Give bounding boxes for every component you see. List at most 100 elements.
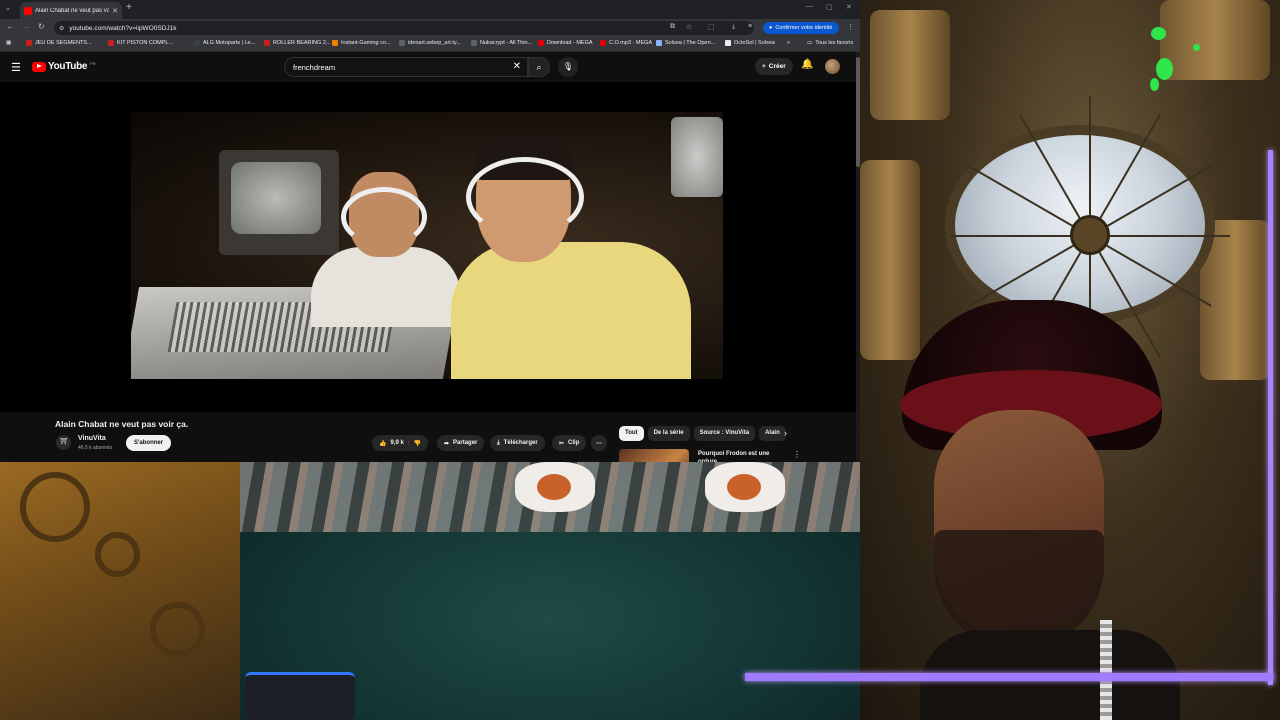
- download-icon[interactable]: ⤓: [732, 23, 735, 31]
- bookmark-item[interactable]: ROLLER BEARING 2...: [264, 40, 330, 46]
- all-bookmarks-folder[interactable]: ▭ Tous les favoris: [807, 40, 853, 46]
- clip-button[interactable]: ✂ Clip: [552, 435, 587, 451]
- more-bookmarks-icon[interactable]: »: [787, 40, 790, 46]
- bookmark-item[interactable]: ALG Motoparts | Le...: [194, 40, 255, 46]
- chip-all[interactable]: Tout: [619, 426, 644, 441]
- streamer-webcam: [900, 300, 1260, 720]
- folder-icon: ▭: [807, 40, 813, 46]
- video-player[interactable]: [0, 82, 856, 412]
- voice-search-button[interactable]: 🎙: [558, 57, 578, 77]
- bookmark-label: ideoart.sebep_art.ty...: [408, 40, 461, 46]
- new-tab-icon[interactable]: +: [126, 2, 132, 13]
- chip-alain[interactable]: Alain: [759, 426, 786, 441]
- share-label: Partager: [453, 440, 478, 446]
- confirm-identity-button[interactable]: ● Confirmer votre identité: [763, 22, 839, 34]
- search-input[interactable]: frenchdream: [293, 63, 335, 72]
- like-count[interactable]: 9,9 k: [390, 440, 403, 446]
- bookmark-item[interactable]: KIT PISTON COMPL...: [108, 40, 173, 46]
- site-info-icon[interactable]: ⚙: [59, 25, 64, 32]
- back-icon[interactable]: ←: [6, 22, 14, 31]
- menu-hamburger-icon[interactable]: ☰: [11, 61, 21, 74]
- chip-series[interactable]: De la série: [647, 426, 690, 441]
- menu-kebab-icon[interactable]: ⋮: [847, 23, 854, 31]
- search-box[interactable]: frenchdream ✕: [284, 57, 528, 77]
- video-frame[interactable]: [131, 112, 723, 379]
- recommended-video[interactable]: Pourquoi Frodon est une ordure... ⋮: [619, 449, 849, 462]
- bookmark-item[interactable]: Solsea | The Open...: [656, 40, 715, 46]
- green-splat: [1156, 58, 1173, 80]
- recommended-title[interactable]: Pourquoi Frodon est une ordure...: [698, 450, 778, 462]
- bookmark-item[interactable]: Download - MEGA: [538, 40, 593, 46]
- clear-search-icon[interactable]: ✕: [513, 61, 521, 72]
- subscriber-count: 46,5 k abonnés: [78, 445, 113, 451]
- recommended-thumbnail[interactable]: [619, 449, 689, 462]
- bookmark-item[interactable]: Instant-Gaming co...: [332, 40, 391, 46]
- channel-avatar[interactable]: ⛩: [56, 435, 71, 450]
- bookmark-favicon-icon: [538, 40, 544, 46]
- plus-icon: +: [762, 63, 766, 70]
- browser-window: ⌄ Alain Chabat ne veut pas voir ça ✕ + —…: [0, 0, 860, 462]
- create-button[interactable]: + Créer: [755, 58, 793, 75]
- close-tab-icon[interactable]: ✕: [112, 7, 118, 15]
- brass-pipe: [1160, 0, 1270, 80]
- recommended-menu-icon[interactable]: ⋮: [793, 450, 801, 459]
- youtube-wordmark: YouTube: [48, 61, 88, 72]
- bookmark-star-icon[interactable]: ☆: [686, 23, 692, 31]
- bookmark-item[interactable]: Nukacrypt - All Thin...: [471, 40, 532, 46]
- bookmark-item[interactable]: JEU DE SEGMENTS...: [26, 40, 92, 46]
- reload-icon[interactable]: ↻: [38, 22, 45, 31]
- extensions-icon[interactable]: ⬚: [708, 23, 715, 31]
- scissors-icon: ✂: [559, 440, 565, 447]
- bookmark-label: JEU DE SEGMENTS...: [35, 40, 92, 46]
- all-bookmarks-label: Tous les favoris: [815, 40, 854, 46]
- account-avatar[interactable]: [825, 59, 840, 74]
- search-icon: ⌕: [536, 62, 542, 72]
- bookmark-label: ROLLER BEARING 2...: [273, 40, 331, 46]
- forward-icon[interactable]: →: [22, 22, 30, 31]
- chip-source[interactable]: Source : VinuVita: [693, 426, 756, 441]
- video-metadata: Alain Chabat ne veut pas voir ça. ⛩ Vinu…: [0, 412, 856, 462]
- mic-icon: 🎙: [562, 62, 574, 71]
- more-actions-button[interactable]: ⋯: [591, 435, 607, 451]
- omnibox[interactable]: ⚙ youtube.com/watch?v=iipWO0SDJ1k ⧉ ☆: [54, 21, 754, 35]
- apps-icon[interactable]: ▦: [6, 40, 11, 46]
- notifications-bell-icon[interactable]: 🔔: [801, 59, 813, 70]
- close-window-icon[interactable]: ✕: [846, 3, 852, 11]
- scrollbar-thumb[interactable]: [856, 57, 860, 167]
- bookmark-label: Solsea | The Open...: [665, 40, 716, 46]
- page-scrollbar[interactable]: [856, 52, 860, 462]
- tab-youtube[interactable]: Alain Chabat ne veut pas voir ça ✕: [20, 2, 122, 19]
- url-text[interactable]: youtube.com/watch?v=iipWO0SDJ1k: [69, 25, 176, 32]
- share-button[interactable]: ➦ Partager: [437, 435, 485, 451]
- thumbs-down-icon[interactable]: 👎: [414, 440, 421, 447]
- thumbs-up-icon[interactable]: 👍: [379, 440, 386, 447]
- bookmark-favicon-icon: [194, 40, 200, 46]
- channel-name[interactable]: VinuVita: [78, 435, 106, 442]
- bookmark-item[interactable]: ideoart.sebep_art.ty...: [399, 40, 461, 46]
- media-icon[interactable]: ≡: [748, 23, 752, 30]
- subscribe-button[interactable]: S'abonner: [126, 435, 172, 451]
- maximize-icon[interactable]: ▢: [826, 3, 833, 11]
- bookmark-item[interactable]: C.O.mp3 - MEGA: [600, 40, 652, 46]
- youtube-logo[interactable]: YouTube FR: [32, 61, 96, 72]
- bookmark-label: OctoSol | Solsea: [734, 40, 775, 46]
- confirm-identity-label: Confirmer votre identité: [775, 25, 833, 31]
- search-button[interactable]: ⌕: [528, 57, 550, 77]
- create-label: Créer: [768, 63, 786, 70]
- bookmark-item[interactable]: OctoSol | Solsea: [725, 40, 775, 46]
- country-code: FR: [90, 61, 96, 66]
- machinery-background: [0, 462, 240, 720]
- tab-search-icon[interactable]: ⌄: [5, 4, 11, 12]
- bookmark-favicon-icon: [399, 40, 405, 46]
- download-label: Télécharger: [503, 440, 538, 446]
- green-splat: [1151, 27, 1166, 40]
- minimize-icon[interactable]: —: [806, 3, 813, 10]
- youtube-favicon-icon: [24, 6, 32, 15]
- chips-next-icon[interactable]: ›: [784, 428, 787, 438]
- download-button[interactable]: ⤓ Télécharger: [490, 435, 545, 451]
- install-icon[interactable]: ⧉: [670, 23, 675, 31]
- gear-decoration: [95, 532, 140, 577]
- green-splat: [1193, 44, 1200, 51]
- webcam-frame-horizontal: [745, 673, 1273, 681]
- bookmarks-bar: ▦ » ▭ Tous les favoris JEU DE SEGMENTS..…: [0, 37, 860, 52]
